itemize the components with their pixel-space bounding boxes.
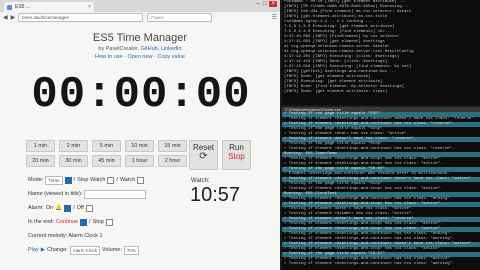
terminal-top: root@mac ~ 00:10 [INFO] [get element att… [282,0,480,105]
end-row: In the end: Continue / Stop [28,218,146,227]
browser-window: ES5 ... × – □ × ◀ ▶ timer.dev/timemanage… [0,0,280,270]
forward-icon[interactable]: ▶ [11,14,16,21]
bell-icon: 🔔 [55,205,63,211]
run-stop-button[interactable]: Run Stop [222,140,251,170]
tab-title: ES5 ... [15,4,31,10]
end-label: In the end: [28,219,54,225]
continue-option[interactable]: Continue [56,218,78,227]
mode-label: Mode: [28,177,44,183]
volume-label: Volume: [102,247,122,253]
stopwatch-checkbox[interactable] [107,177,115,184]
preset-20min-button[interactable]: 20 min [26,155,55,167]
stop-checkbox[interactable] [105,219,113,226]
continue-checkbox[interactable] [80,219,88,226]
current-melody: Current melody: Alarm Clock 1 [28,233,103,239]
mode-watch-option[interactable]: Watch [120,176,135,185]
settings-form: Mode: Timer / Stop Watch / Watch Name (v… [28,176,147,260]
help-links: How to use · Open new · Copy value [95,54,185,60]
name-row: Name (viewed in title): [28,190,147,199]
url-bar[interactable]: timer.dev/timemanager/ [18,13,144,22]
alarm-off-checkbox[interactable] [85,205,93,212]
window-controls: – □ × [257,1,277,7]
preset-10min-button[interactable]: 10 min [125,140,154,152]
open-new-link[interactable]: Open new [127,54,152,60]
minimize-button[interactable]: – [257,1,260,7]
credits-prefix: by PavelCreator, [98,46,140,52]
preset-15min-button[interactable]: 15 min [158,140,187,152]
terminal-line: [INFO] Done: [get element attribute: cla… [284,90,388,94]
maximize-button[interactable]: □ [263,1,267,7]
search-input[interactable]: Поиск [147,13,213,22]
alarm-row: Alarm: On 🔔 / Off [28,204,146,213]
mode-stopwatch-option[interactable]: Stop Watch [77,176,105,185]
preset-1hour-button[interactable]: 1 hour [125,155,154,167]
timer-display: 00:00:00 [31,70,251,120]
copy-value-link[interactable]: Copy value [157,54,185,60]
play-link[interactable]: Play [28,246,39,255]
terminal-bottom: C:\Windows\system32\cmd.exe ✓ Testing if… [282,107,480,270]
play-icon: ▶ [40,247,45,253]
alarm-off-option[interactable]: Off [77,204,84,213]
change-label: Change: [46,247,68,253]
timer-checkbox[interactable] [64,177,72,184]
mode-row: Mode: Timer / Stop Watch / Watch [28,176,146,185]
name-label: Name (viewed in title): [28,191,83,197]
stop-label: Stop [228,152,245,161]
watch-time: 10:57 [190,184,241,206]
refresh-icon: ⟳ [199,151,208,162]
preset-row: 1 min 2 min 5 min 10 min 15 min [26,140,187,152]
preset-30min-button[interactable]: 30 min [59,155,88,167]
terminal-line: ✓ Testing if element <#settings-and-cont… [284,262,455,266]
credits: by PavelCreator, GitHub, LinkedIn [98,46,182,52]
name-input[interactable] [84,190,147,199]
stop-option[interactable]: Stop [93,218,104,227]
mode-timer-option[interactable]: Timer [45,176,63,185]
back-icon[interactable]: ◀ [3,14,8,21]
melody-row: Current melody: Alarm Clock 1 [28,232,146,241]
preset-buttons: 1 min 2 min 5 min 10 min 15 min 20 min 3… [26,140,187,170]
alarm-label: Alarm: [28,205,44,211]
reset-button[interactable]: Reset ⟳ [189,140,218,170]
preset-2min-button[interactable]: 2 min [59,140,88,152]
how-to-use-link[interactable]: How to use [95,54,123,60]
close-window-button[interactable]: × [269,1,277,7]
preset-2hour-button[interactable]: 2 hour [158,155,187,167]
preset-1min-button[interactable]: 1 min [26,140,55,152]
run-label: Run [229,143,244,152]
volume-select[interactable]: 70% [123,246,139,255]
tab-favicon-icon [7,4,12,10]
play-row: Play ▶ Change: Alarm Clock Volume: 70% [28,246,146,255]
watch-checkbox[interactable] [137,177,145,184]
close-tab-icon[interactable]: × [88,4,91,10]
preset-5min-button[interactable]: 5 min [92,140,121,152]
preset-45min-button[interactable]: 45 min [92,155,121,167]
alarm-on-checkbox[interactable] [64,205,72,212]
github-link[interactable]: GitHub [141,46,158,52]
linkedin-link[interactable]: LinkedIn [161,46,182,52]
browser-titlebar: ES5 ... × – □ × [0,0,280,12]
browser-tab[interactable]: ES5 ... × [4,2,94,12]
alarm-on-option[interactable]: On [46,204,53,213]
preset-row: 20 min 30 min 45 min 1 hour 2 hour [26,155,187,167]
melody-select[interactable]: Alarm Clock [69,246,100,255]
page-title: ES5 Time Manager [92,32,188,44]
menu-icon[interactable]: ☰ [272,14,277,21]
